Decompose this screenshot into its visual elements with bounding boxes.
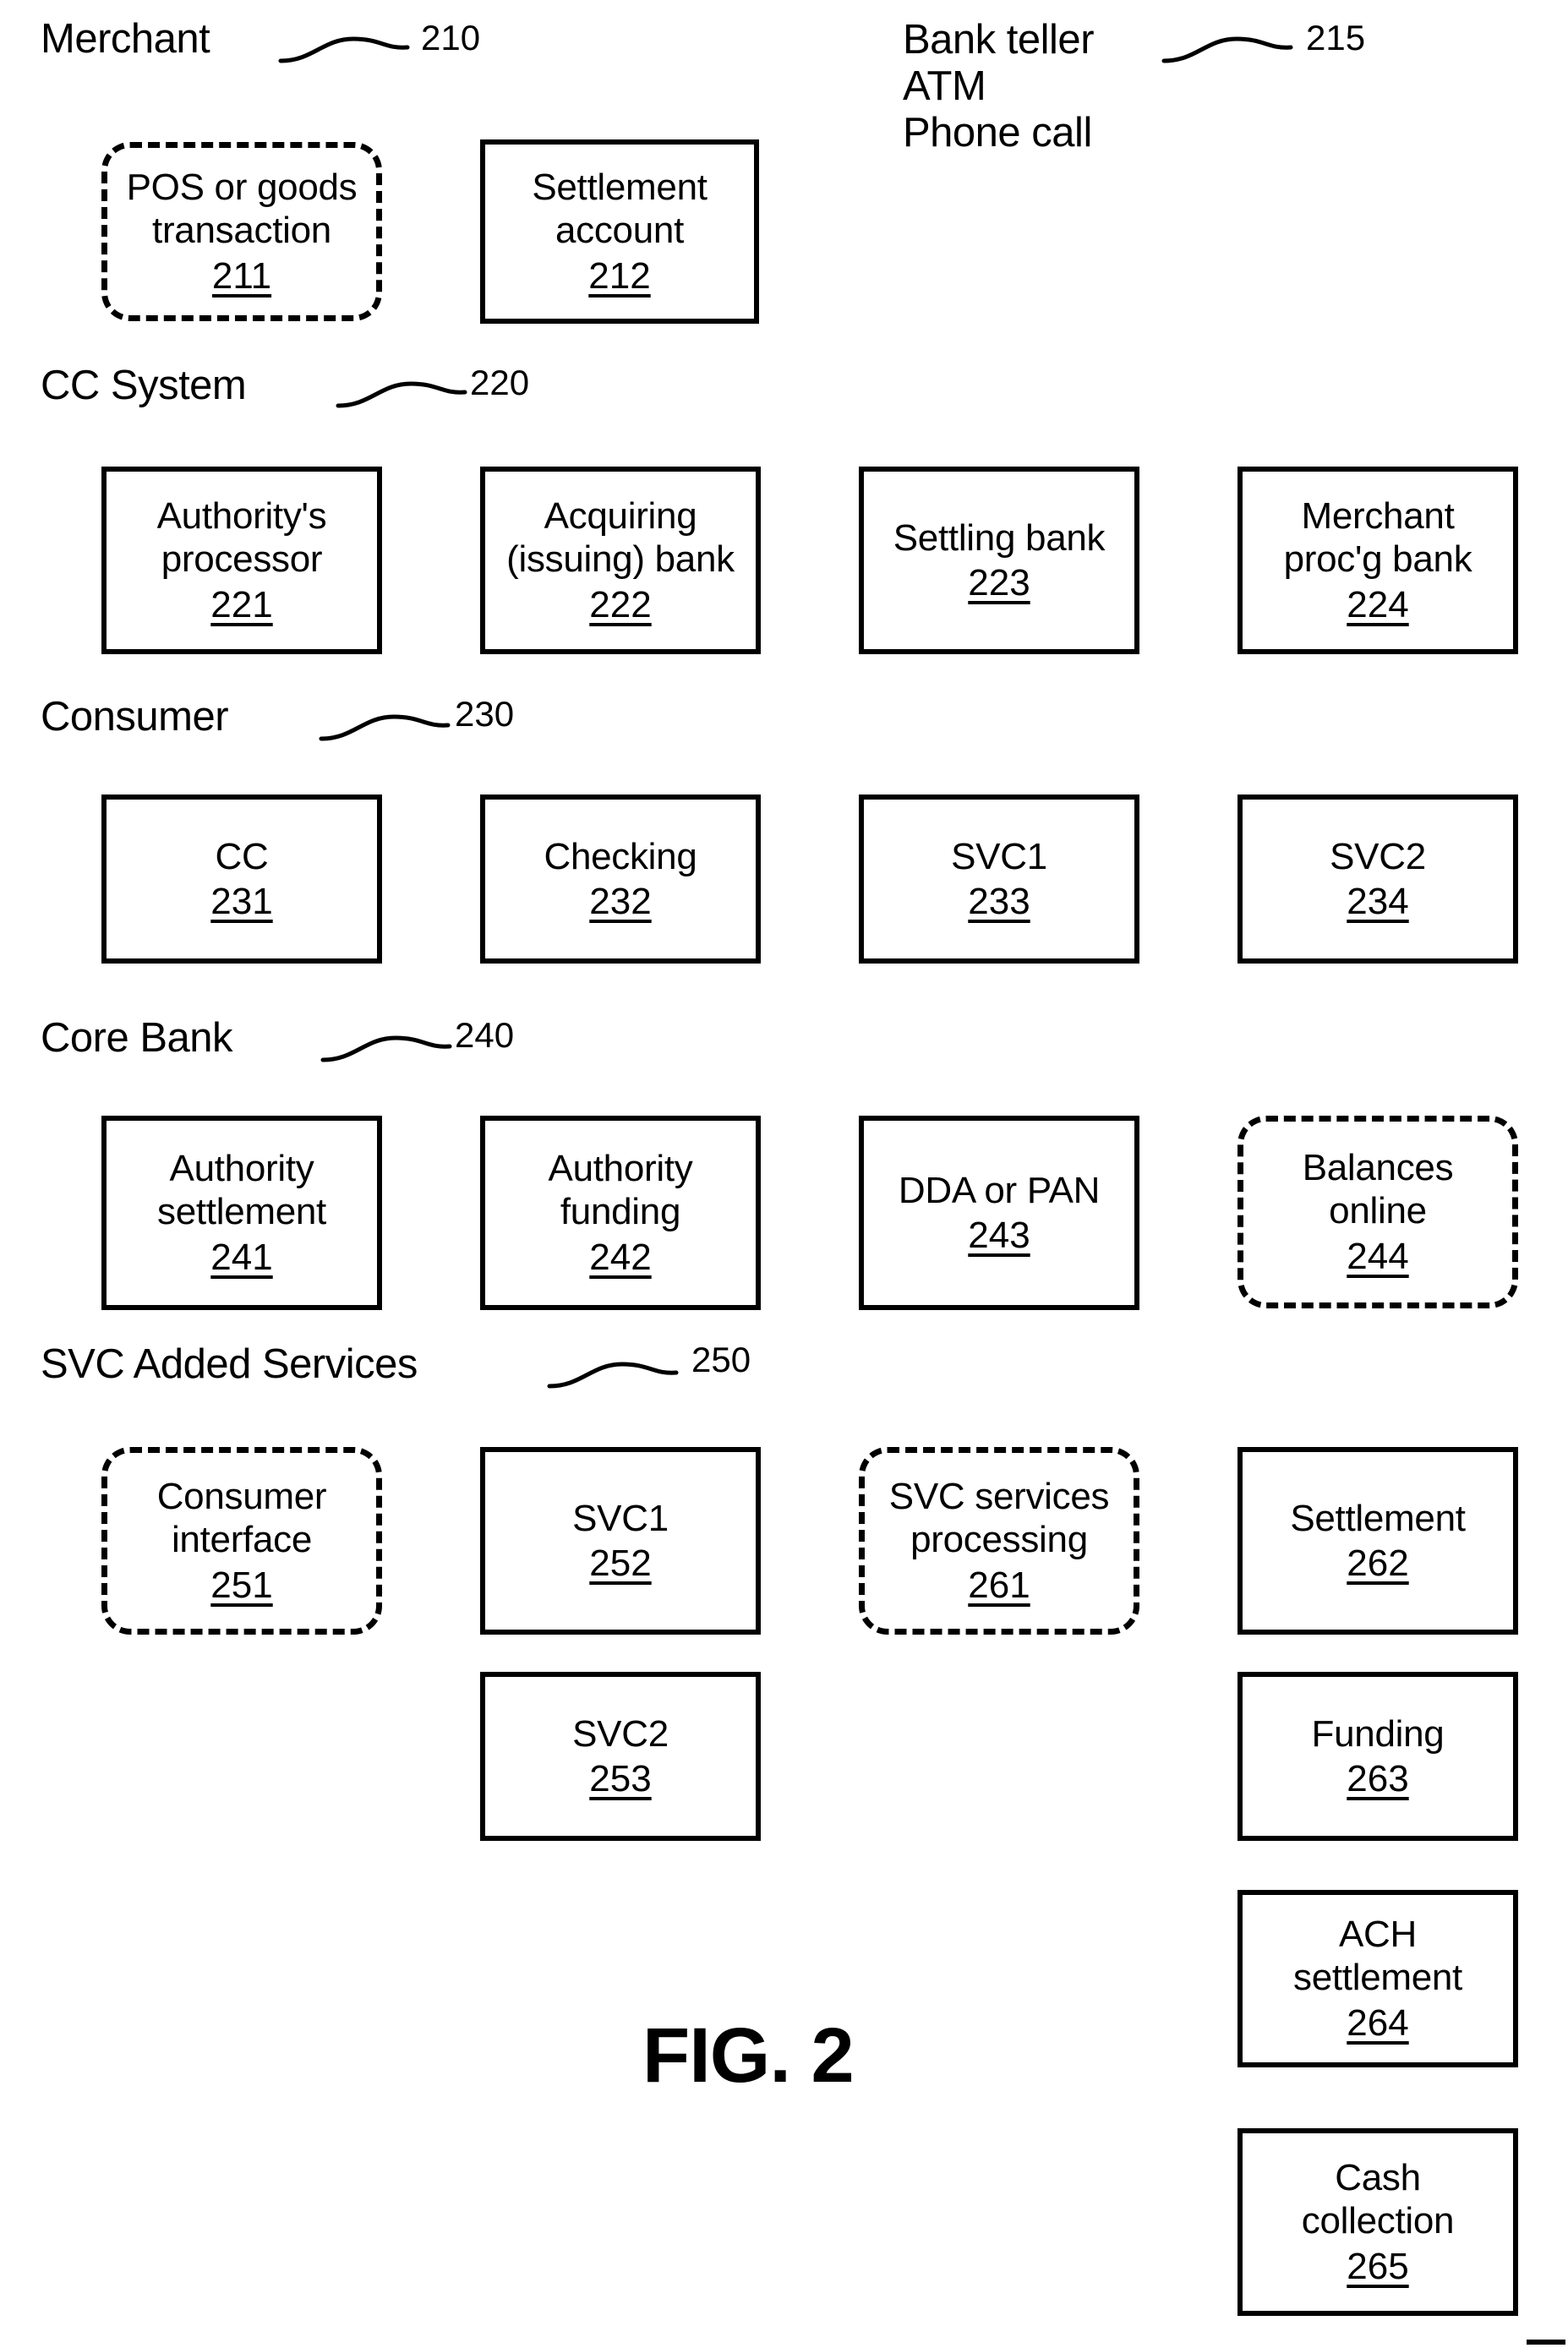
box-234-text: SVC2 (1330, 835, 1426, 877)
box-233-number: 233 (968, 881, 1030, 922)
box-consumer-interface[interactable]: Consumer interface 251 (101, 1447, 382, 1635)
reference-numeral-250: 250 (691, 1340, 751, 1379)
box-224-text: Merchant proc'g bank (1283, 494, 1472, 581)
section-label-merchant: Merchant (41, 16, 210, 62)
box-233-text: SVC1 (951, 835, 1047, 877)
box-231-number: 231 (210, 881, 273, 922)
box-232-number: 232 (589, 881, 652, 922)
patent-figure-2: Merchant 210 Bank teller ATM Phone call … (0, 0, 1568, 2348)
box-svc-services-processing[interactable]: SVC services processing 261 (859, 1447, 1139, 1635)
box-232-text: Checking (544, 835, 697, 877)
box-253-text: SVC2 (572, 1712, 669, 1755)
reference-numeral-230: 230 (455, 694, 515, 734)
box-221-text: Authority's processor (156, 494, 327, 581)
leader-line-230 (319, 712, 472, 745)
box-252-number: 252 (589, 1543, 652, 1584)
box-funding[interactable]: Funding 263 (1237, 1672, 1518, 1841)
box-settling-bank[interactable]: Settling bank 223 (859, 467, 1139, 654)
box-231-text: CC (215, 835, 269, 877)
box-223-text: Settling bank (893, 516, 1106, 559)
box-211-number: 211 (211, 254, 272, 297)
box-243-text: DDA or PAN (898, 1169, 1101, 1211)
box-262-number: 262 (1347, 1543, 1409, 1584)
box-262-text: Settlement (1290, 1497, 1466, 1539)
box-authoritys-processor[interactable]: Authority's processor 221 (101, 467, 382, 654)
section-label-svc-added-services: SVC Added Services (41, 1341, 418, 1387)
box-211-text: POS or goods transaction (126, 166, 358, 252)
box-224-number: 224 (1347, 583, 1409, 625)
box-252-text: SVC1 (572, 1497, 669, 1539)
figure-caption: FIG. 2 (642, 2012, 855, 2099)
box-acquiring-issuing-bank[interactable]: Acquiring (issuing) bank 222 (480, 467, 761, 654)
box-checking[interactable]: Checking 232 (480, 794, 761, 964)
box-264-number: 264 (1347, 2001, 1409, 2044)
box-212-text: Settlement account (532, 166, 708, 252)
box-242-number: 242 (589, 1236, 652, 1278)
box-svc2-added-services[interactable]: SVC2 253 (480, 1672, 761, 1841)
box-241-number: 241 (210, 1236, 273, 1278)
box-222-number: 222 (589, 583, 652, 625)
page-corner-mark (1527, 2340, 1565, 2345)
box-265-number: 265 (1347, 2245, 1409, 2287)
box-authority-funding[interactable]: Authority funding 242 (480, 1116, 761, 1310)
reference-numeral-210: 210 (421, 18, 481, 57)
box-234-number: 234 (1347, 881, 1409, 922)
box-263-number: 263 (1347, 1758, 1409, 1799)
box-251-number: 251 (210, 1564, 273, 1606)
section-label-consumer: Consumer (41, 694, 229, 740)
reference-numeral-220: 220 (470, 363, 530, 402)
reference-numeral-240: 240 (455, 1015, 515, 1055)
box-253-number: 253 (589, 1758, 652, 1799)
box-242-text: Authority funding (548, 1147, 693, 1233)
section-label-cc-system: CC System (41, 363, 247, 408)
section-label-core-bank: Core Bank (41, 1015, 233, 1061)
box-settlement-account[interactable]: Settlement account 212 (480, 139, 759, 324)
box-244-text: Balances online (1302, 1146, 1454, 1232)
leader-line-215 (1161, 34, 1314, 68)
box-cc[interactable]: CC 231 (101, 794, 382, 964)
box-244-number: 244 (1347, 1235, 1409, 1277)
box-221-number: 221 (210, 583, 273, 625)
box-balances-online[interactable]: Balances online 244 (1237, 1116, 1518, 1308)
box-212-number: 212 (588, 254, 651, 297)
box-svc1-consumer[interactable]: SVC1 233 (859, 794, 1139, 964)
box-251-text: Consumer interface (156, 1475, 327, 1561)
box-223-number: 223 (968, 562, 1030, 603)
leader-line-220 (336, 379, 489, 412)
box-265-text: Cash collection (1301, 2156, 1455, 2242)
box-261-number: 261 (968, 1564, 1030, 1606)
box-cash-collection[interactable]: Cash collection 265 (1237, 2128, 1518, 2316)
reference-numeral-215: 215 (1306, 18, 1366, 57)
channel-list-bank-teller: Bank teller ATM Phone call (903, 17, 1095, 156)
box-svc2-consumer[interactable]: SVC2 234 (1237, 794, 1518, 964)
box-settlement[interactable]: Settlement 262 (1237, 1447, 1518, 1635)
box-ach-settlement[interactable]: ACH settlement 264 (1237, 1890, 1518, 2067)
box-263-text: Funding (1311, 1712, 1445, 1755)
box-261-text: SVC services processing (888, 1475, 1110, 1561)
box-222-text: Acquiring (issuing) bank (506, 494, 735, 581)
box-authority-settlement[interactable]: Authority settlement 241 (101, 1116, 382, 1310)
box-dda-or-pan[interactable]: DDA or PAN 243 (859, 1116, 1139, 1310)
leader-line-250 (547, 1359, 700, 1393)
box-243-number: 243 (968, 1215, 1030, 1256)
box-264-text: ACH settlement (1293, 1913, 1462, 1999)
box-241-text: Authority settlement (157, 1147, 326, 1233)
box-svc1-added-services[interactable]: SVC1 252 (480, 1447, 761, 1635)
leader-line-210 (278, 34, 431, 68)
leader-line-240 (320, 1033, 473, 1067)
box-merchant-procg-bank[interactable]: Merchant proc'g bank 224 (1237, 467, 1518, 654)
box-pos-or-goods-transaction[interactable]: POS or goods transaction 211 (101, 142, 382, 321)
